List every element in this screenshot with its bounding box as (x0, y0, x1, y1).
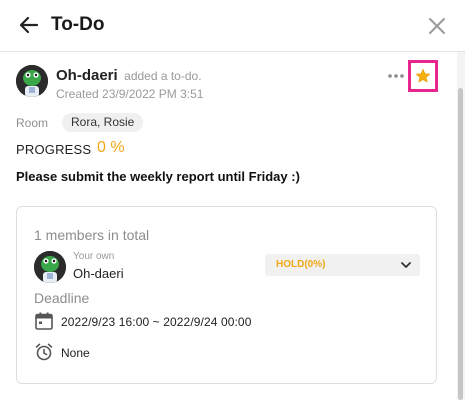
dialog-header: To-Do (0, 0, 465, 52)
status-value: HOLD(0%) (276, 259, 326, 270)
todo-content: Please submit the weekly report until Fr… (16, 169, 300, 184)
member-card: 1 members in total Your own Oh-daeri HOL… (16, 206, 437, 384)
page-title: To-Do (51, 14, 105, 35)
created-timestamp: Created 23/9/2022 PM 3:51 (56, 87, 204, 101)
room-chip: Rora, Rosie (62, 113, 144, 132)
deadline-range: 2022/9/23 16:00 ~ 2022/9/24 00:00 (61, 315, 252, 329)
progress-label: PROGRESS (16, 142, 92, 157)
member-count: 1 members in total (34, 227, 150, 243)
author-action: added a to-do. (124, 69, 202, 83)
more-options-button[interactable] (386, 67, 406, 85)
author-name: Oh-daeri (56, 67, 118, 84)
back-button[interactable] (16, 12, 42, 38)
progress-value: 0 % (97, 139, 125, 156)
alarm-value: None (61, 346, 90, 360)
star-icon (416, 69, 430, 83)
member-name: Oh-daeri (73, 266, 124, 281)
deadline-label: Deadline (34, 290, 90, 306)
author-avatar (16, 65, 48, 97)
chevron-down-icon (401, 262, 411, 268)
author-line: Oh-daeri added a to-do. (56, 67, 202, 85)
calendar-icon (35, 312, 53, 330)
close-icon (429, 18, 445, 34)
alarm-clock-icon (35, 343, 53, 361)
your-own-label: Your own (73, 251, 115, 262)
status-dropdown[interactable]: HOLD(0%) (265, 254, 420, 276)
member-avatar (34, 251, 66, 283)
close-button[interactable] (425, 14, 449, 38)
favorite-button[interactable] (408, 60, 438, 92)
scrollbar-thumb[interactable] (458, 88, 463, 400)
room-label: Room (16, 116, 49, 130)
arrow-left-icon (19, 16, 39, 34)
more-horizontal-icon (388, 74, 404, 78)
